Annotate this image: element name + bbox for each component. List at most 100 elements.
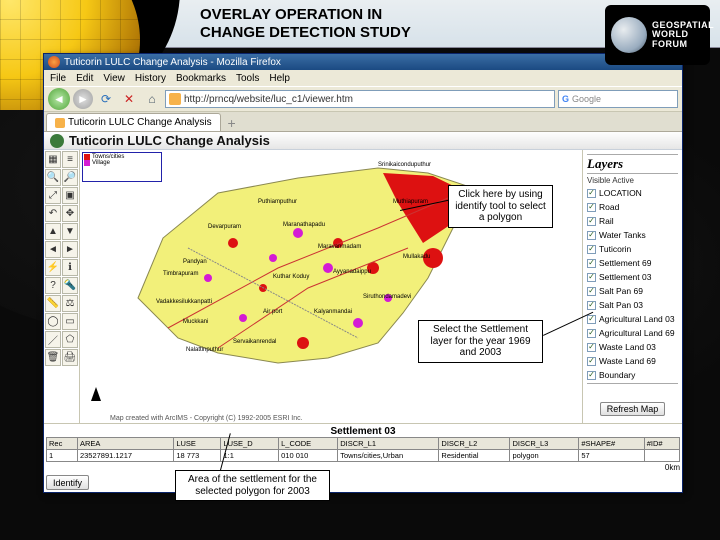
layer-label: Water Tanks: [599, 230, 646, 240]
identify-button[interactable]: ℹ: [62, 259, 78, 276]
forum-badge: GEOSPATIAL WORLD FORUM: [605, 5, 710, 65]
address-bar[interactable]: http://prncq/website/luc_c1/viewer.htm: [165, 90, 555, 108]
zoom-full-button[interactable]: ⤢: [45, 187, 61, 204]
units-button[interactable]: ⚖: [62, 295, 78, 312]
back-button[interactable]: ◄: [48, 88, 70, 110]
layer-checkbox[interactable]: ✓: [587, 329, 596, 338]
layer-checkbox[interactable]: ✓: [587, 231, 596, 240]
measure-button[interactable]: 📏: [45, 295, 61, 312]
print-button[interactable]: 🖨: [62, 349, 78, 366]
attr-header: DISCR_L3: [510, 438, 579, 450]
select-rect-button[interactable]: ▭: [62, 313, 78, 330]
pan-south-button[interactable]: ▼: [62, 223, 78, 240]
clear-button[interactable]: 🗑: [45, 349, 61, 366]
tab-active[interactable]: Tuticorin LULC Change Analysis: [46, 113, 221, 131]
svg-text:Vadakkesilukkanpatti: Vadakkesilukkanpatti: [156, 299, 212, 305]
find-button[interactable]: 🔦: [62, 277, 78, 294]
layer-checkbox[interactable]: ✓: [587, 287, 596, 296]
svg-text:Maravanmadam: Maravanmadam: [318, 244, 361, 250]
layer-item[interactable]: ✓Boundary: [587, 368, 678, 382]
svg-text:Kalyanmandai: Kalyanmandai: [314, 309, 352, 315]
layer-item[interactable]: ✓LOCATION: [587, 186, 678, 200]
layer-label: Tuticorin: [599, 244, 631, 254]
home-button[interactable]: ⌂: [142, 89, 162, 109]
window-title: Tuticorin LULC Change Analysis - Mozilla…: [64, 57, 281, 68]
toggle-legend-button[interactable]: ≡: [62, 151, 78, 168]
hyperlink-button[interactable]: ⚡: [45, 259, 61, 276]
layer-checkbox[interactable]: ✓: [587, 343, 596, 352]
pan-north-button[interactable]: ▲: [45, 223, 61, 240]
attr-cell: 18 773: [174, 450, 221, 462]
pan-button[interactable]: ✥: [62, 205, 78, 222]
layer-item[interactable]: ✓Waste Land 03: [587, 340, 678, 354]
attr-header: LUSE_D: [221, 438, 279, 450]
identify-button-bottom[interactable]: Identify: [46, 475, 89, 490]
firefox-window: Tuticorin LULC Change Analysis - Mozilla…: [43, 53, 683, 493]
reload-button[interactable]: ⟳: [96, 89, 116, 109]
layer-checkbox[interactable]: ✓: [587, 357, 596, 366]
attr-header: #SHAPE#: [579, 438, 644, 450]
layer-item[interactable]: ✓Agricultural Land 69: [587, 326, 678, 340]
north-arrow-icon: [88, 387, 104, 413]
pan-west-button[interactable]: ◄: [45, 241, 61, 258]
layer-item[interactable]: ✓Waste Land 69: [587, 354, 678, 368]
menu-history[interactable]: History: [135, 73, 166, 84]
layer-checkbox[interactable]: ✓: [587, 259, 596, 268]
query-button[interactable]: ?: [45, 277, 61, 294]
menu-edit[interactable]: Edit: [76, 73, 93, 84]
map-copyright: Map created with ArcIMS - Copyright (C) …: [110, 415, 303, 422]
search-placeholder: Google: [572, 94, 601, 104]
layer-item[interactable]: ✓Water Tanks: [587, 228, 678, 242]
svg-text:Mullakadu: Mullakadu: [403, 254, 430, 260]
badge-line3: FORUM: [652, 40, 714, 49]
zoom-in-button[interactable]: 🔍: [45, 169, 61, 186]
layer-item[interactable]: ✓Tuticorin: [587, 242, 678, 256]
layer-item[interactable]: ✓Salt Pan 69: [587, 284, 678, 298]
layer-item[interactable]: ✓Road: [587, 200, 678, 214]
legend-thumbnail[interactable]: Towns/cities Village: [82, 152, 162, 182]
zoom-active-button[interactable]: ▣: [62, 187, 78, 204]
legend-village: Village: [92, 160, 110, 166]
stop-button[interactable]: ✕: [119, 89, 139, 109]
page-header: Tuticorin LULC Change Analysis: [44, 132, 682, 150]
layer-checkbox[interactable]: ✓: [587, 301, 596, 310]
layer-checkbox[interactable]: ✓: [587, 315, 596, 324]
layer-item[interactable]: ✓Rail: [587, 214, 678, 228]
layer-checkbox[interactable]: ✓: [587, 245, 596, 254]
svg-text:Maranathapadu: Maranathapadu: [283, 222, 325, 228]
menu-file[interactable]: File: [50, 73, 66, 84]
select-poly-button[interactable]: ⬠: [62, 331, 78, 348]
menu-tools[interactable]: Tools: [236, 73, 259, 84]
select-line-button[interactable]: ／: [45, 331, 61, 348]
layer-item[interactable]: ✓Salt Pan 03: [587, 298, 678, 312]
layer-item[interactable]: ✓Agricultural Land 03: [587, 312, 678, 326]
layer-checkbox[interactable]: ✓: [587, 217, 596, 226]
svg-text:Kuthar Koduy: Kuthar Koduy: [273, 274, 309, 280]
layer-item[interactable]: ✓Settlement 03: [587, 270, 678, 284]
pan-east-button[interactable]: ►: [62, 241, 78, 258]
menu-view[interactable]: View: [103, 73, 125, 84]
menu-bookmarks[interactable]: Bookmarks: [176, 73, 226, 84]
svg-text:Air port: Air port: [263, 309, 283, 315]
attr-cell: 1:1: [221, 450, 279, 462]
buffer-button[interactable]: ◯: [45, 313, 61, 330]
zoom-last-button[interactable]: ↶: [45, 205, 61, 222]
menu-help[interactable]: Help: [269, 73, 290, 84]
refresh-map-button[interactable]: Refresh Map: [600, 402, 666, 416]
toggle-overview-button[interactable]: ▦: [45, 151, 61, 168]
attr-table: RecAREALUSELUSE_DL_CODEDISCR_L1DISCR_L2D…: [46, 437, 680, 462]
svg-text:Pandyan: Pandyan: [183, 259, 207, 265]
layer-checkbox[interactable]: ✓: [587, 371, 596, 380]
forward-button[interactable]: ►: [73, 89, 93, 109]
new-tab-button[interactable]: +: [223, 115, 241, 131]
search-box[interactable]: Google: [558, 90, 678, 108]
layer-checkbox[interactable]: ✓: [587, 189, 596, 198]
attr-header: LUSE: [174, 438, 221, 450]
window-titlebar[interactable]: Tuticorin LULC Change Analysis - Mozilla…: [44, 54, 682, 70]
layer-item[interactable]: ✓Settlement 69: [587, 256, 678, 270]
layer-label: Road: [599, 202, 619, 212]
layer-checkbox[interactable]: ✓: [587, 203, 596, 212]
layer-label: Waste Land 03: [599, 342, 656, 352]
zoom-out-button[interactable]: 🔎: [62, 169, 78, 186]
layer-checkbox[interactable]: ✓: [587, 273, 596, 282]
